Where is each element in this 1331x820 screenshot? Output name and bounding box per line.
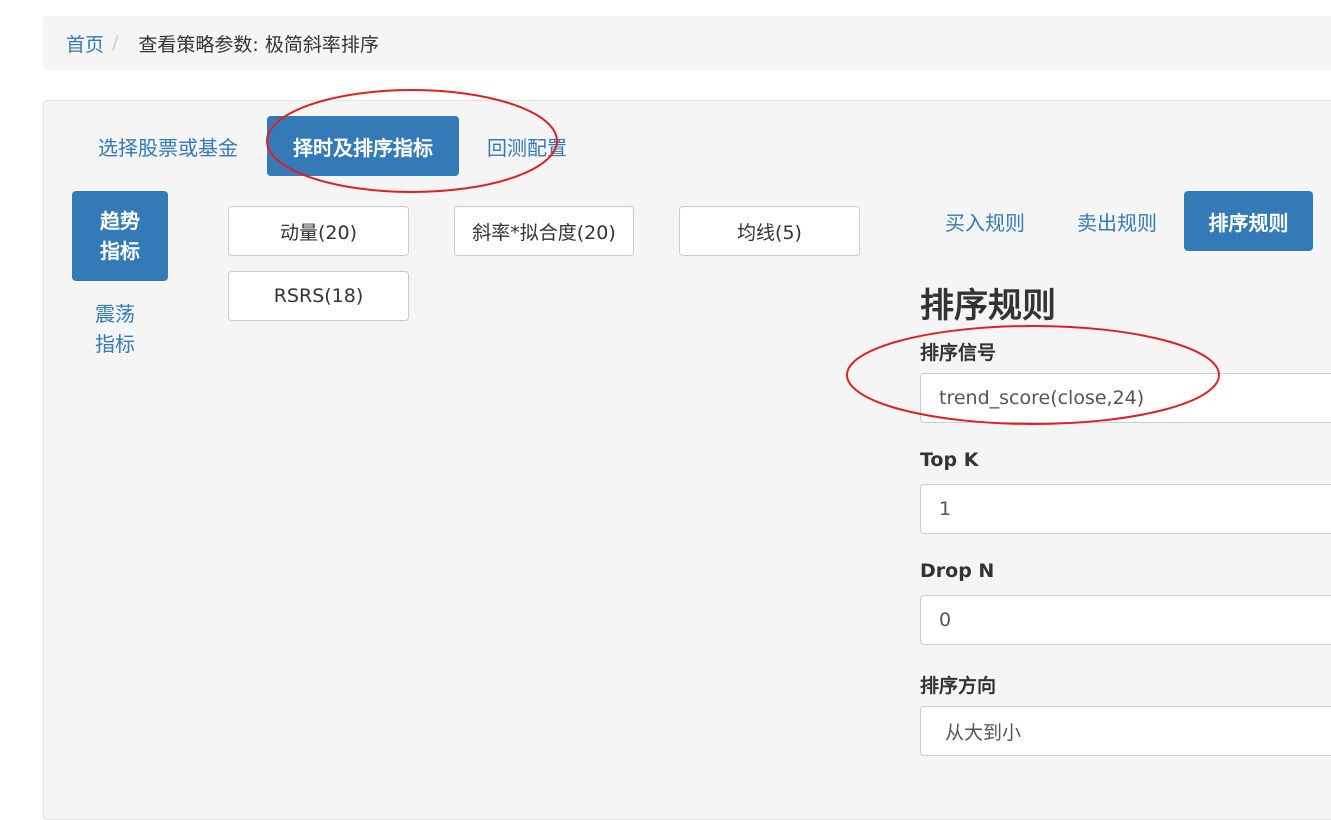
sort-signal-input[interactable]: trend_score(close,24) <box>920 373 1331 423</box>
indicator-slope-fit-label: 斜率*拟合度(20) <box>472 221 616 244</box>
indicator-rsrs-label: RSRS(18) <box>273 285 364 307</box>
topk-input[interactable]: 1 <box>920 484 1331 534</box>
tab-trend-label-line2: 指标 <box>100 239 140 263</box>
tab-sell-rule-label: 卖出规则 <box>1077 210 1157 235</box>
dropn-label: Drop N <box>920 560 995 582</box>
tab-select-stocks[interactable]: 选择股票或基金 <box>82 116 254 176</box>
dropn-input[interactable]: 0 <box>920 595 1331 645</box>
rule-form-title: 排序规则 <box>920 286 1056 326</box>
tab-buy-rule[interactable]: 买入规则 <box>930 191 1040 251</box>
breadcrumb: 首页 / 查看策略参数: 极简斜率排序 <box>43 16 1331 70</box>
breadcrumb-separator: / <box>112 32 119 54</box>
tab-timing-ranking[interactable]: 择时及排序指标 <box>267 116 459 176</box>
indicator-momentum-label: 动量(20) <box>279 221 357 244</box>
tab-backtest-config[interactable]: 回测配置 <box>472 116 582 176</box>
breadcrumb-current: 查看策略参数: 极简斜率排序 <box>138 33 379 56</box>
indicator-ma-label: 均线(5) <box>737 221 802 244</box>
tab-trend-label-line1: 趋势 <box>100 209 140 233</box>
indicator-ma-button[interactable]: 均线(5) <box>679 206 860 256</box>
tab-buy-rule-label: 买入规则 <box>945 210 1025 235</box>
tab-timing-ranking-label: 择时及排序指标 <box>293 135 433 160</box>
topk-value: 1 <box>939 498 952 520</box>
tab-select-stocks-label: 选择股票或基金 <box>98 135 238 160</box>
tab-sell-rule[interactable]: 卖出规则 <box>1062 191 1172 251</box>
tab-backtest-config-label: 回测配置 <box>487 135 567 160</box>
tab-sort-rule-label: 排序规则 <box>1208 210 1289 235</box>
topk-label: Top K <box>920 449 979 471</box>
tab-oscillator-indicators[interactable]: 震荡 指标 <box>72 284 158 374</box>
tab-trend-indicators[interactable]: 趋势 指标 <box>72 191 168 281</box>
sort-direction-select[interactable]: 从大到小 <box>920 706 1331 756</box>
sort-direction-label: 排序方向 <box>920 675 997 697</box>
tab-sort-rule[interactable]: 排序规则 <box>1184 191 1313 251</box>
indicator-rsrs-button[interactable]: RSRS(18) <box>228 271 409 321</box>
indicator-momentum-button[interactable]: 动量(20) <box>228 206 409 256</box>
dropn-value: 0 <box>939 609 952 631</box>
indicator-slope-fit-button[interactable]: 斜率*拟合度(20) <box>454 206 634 256</box>
breadcrumb-home-link[interactable]: 首页 <box>66 30 104 57</box>
sort-direction-value: 从大到小 <box>945 721 1022 744</box>
tab-oscillator-label-line1: 震荡 <box>95 302 135 326</box>
tab-oscillator-label-line2: 指标 <box>95 332 135 356</box>
sort-signal-label: 排序信号 <box>920 342 997 364</box>
sort-signal-value: trend_score(close,24) <box>939 387 1145 409</box>
